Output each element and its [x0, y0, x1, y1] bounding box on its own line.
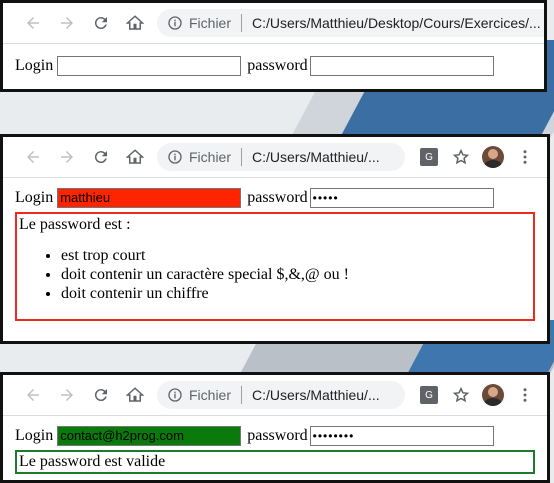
menu-dots-icon[interactable]: [511, 381, 539, 409]
translate-icon[interactable]: G: [415, 143, 443, 171]
page-content: Login matthieu password ••••• Le passwor…: [3, 178, 547, 321]
password-label: password: [247, 427, 308, 444]
forward-arrow-icon[interactable]: [51, 379, 83, 411]
login-form: Login contact@h2prog.com password ••••••…: [15, 424, 535, 448]
avatar[interactable]: [479, 381, 507, 409]
error-message-box: Le password est : est trop court doit co…: [15, 212, 535, 321]
url-text: C:/Users/Matthieu/Desktop/Cours/Exercice…: [252, 15, 541, 31]
reload-icon[interactable]: [85, 141, 117, 173]
address-separator: [241, 386, 243, 404]
forward-arrow-icon[interactable]: [51, 141, 83, 173]
error-title: Le password est :: [19, 216, 131, 233]
back-arrow-icon[interactable]: [17, 379, 49, 411]
page-content: Login password: [3, 44, 544, 86]
url-scheme: Fichier: [189, 15, 232, 31]
address-separator: [241, 148, 243, 166]
toolbar-actions: G: [411, 143, 539, 171]
success-message-box: Le password est valide: [15, 450, 535, 474]
password-label: password: [247, 189, 308, 206]
reload-icon[interactable]: [85, 379, 117, 411]
password-input[interactable]: [309, 56, 494, 76]
url-scheme: Fichier: [189, 149, 232, 165]
menu-dots-icon[interactable]: [511, 143, 539, 171]
browser-toolbar: Fichier C:/Users/Matthieu/Desktop/Cours/…: [3, 3, 544, 44]
url-text: C:/Users/Matthieu/...: [252, 149, 380, 165]
login-label: Login: [15, 57, 54, 74]
browser-window-invalid-password: Fichier C:/Users/Matthieu/... G Login ma…: [0, 134, 550, 344]
info-icon[interactable]: [167, 15, 183, 31]
address-separator: [241, 14, 243, 32]
url-text: C:/Users/Matthieu/...: [252, 387, 380, 403]
password-input[interactable]: ••••••••: [309, 426, 494, 446]
info-icon[interactable]: [167, 387, 183, 403]
browser-window-valid-password: Fichier C:/Users/Matthieu/... G Login co…: [0, 372, 550, 483]
star-icon[interactable]: [447, 143, 475, 171]
login-form: Login password: [15, 54, 532, 78]
success-text: Le password est valide: [19, 453, 166, 470]
error-list: est trop court doit contenir un caractèr…: [19, 246, 531, 303]
home-icon[interactable]: [119, 141, 151, 173]
toolbar-actions: G: [411, 381, 539, 409]
home-icon[interactable]: [119, 379, 151, 411]
browser-toolbar: Fichier C:/Users/Matthieu/... G: [3, 375, 547, 416]
list-item: est trop court: [61, 246, 531, 265]
translate-icon[interactable]: G: [415, 381, 443, 409]
star-icon[interactable]: [447, 381, 475, 409]
address-bar[interactable]: Fichier C:/Users/Matthieu/...: [157, 143, 405, 171]
forward-arrow-icon[interactable]: [51, 7, 83, 39]
login-label: Login: [15, 189, 54, 206]
list-item: doit contenir un chiffre: [61, 284, 531, 303]
page-content: Login contact@h2prog.com password ••••••…: [3, 416, 547, 474]
login-form: Login matthieu password •••••: [15, 186, 535, 210]
reload-icon[interactable]: [85, 7, 117, 39]
browser-toolbar: Fichier C:/Users/Matthieu/... G: [3, 137, 547, 178]
login-label: Login: [15, 427, 54, 444]
home-icon[interactable]: [119, 7, 151, 39]
avatar[interactable]: [479, 143, 507, 171]
password-label: password: [247, 57, 308, 74]
back-arrow-icon[interactable]: [17, 141, 49, 173]
login-input[interactable]: matthieu: [57, 188, 242, 208]
password-input[interactable]: •••••: [309, 188, 494, 208]
login-input[interactable]: contact@h2prog.com: [57, 426, 242, 446]
back-arrow-icon[interactable]: [17, 7, 49, 39]
list-item: doit contenir un caractère special $,&,@…: [61, 265, 531, 284]
login-input[interactable]: [57, 56, 242, 76]
info-icon[interactable]: [167, 149, 183, 165]
url-scheme: Fichier: [189, 387, 232, 403]
address-bar[interactable]: Fichier C:/Users/Matthieu/Desktop/Cours/…: [157, 9, 544, 37]
browser-window-empty-form: Fichier C:/Users/Matthieu/Desktop/Cours/…: [0, 0, 547, 92]
address-bar[interactable]: Fichier C:/Users/Matthieu/...: [157, 381, 405, 409]
